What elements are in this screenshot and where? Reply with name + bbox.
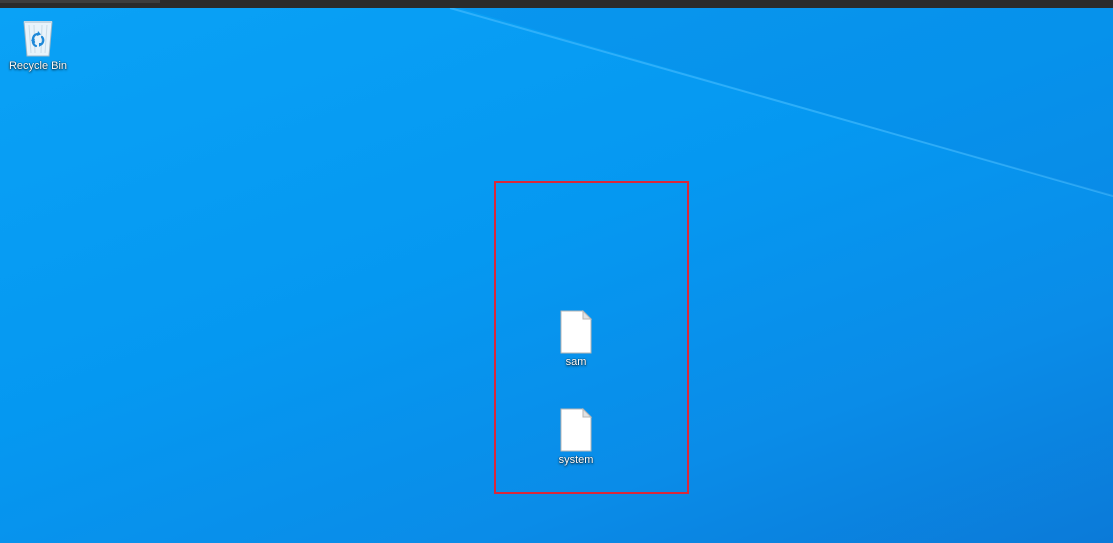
highlight-annotation-box: [494, 181, 689, 494]
desktop[interactable]: Recycle Bin sam system: [0, 0, 1113, 543]
top-bar-tab: [0, 0, 160, 3]
recycle-bin-icon: [23, 21, 53, 57]
top-window-bar: [0, 0, 1113, 8]
recycle-bin-desktop-icon[interactable]: Recycle Bin: [0, 16, 76, 73]
recycle-bin-label: Recycle Bin: [8, 60, 68, 72]
